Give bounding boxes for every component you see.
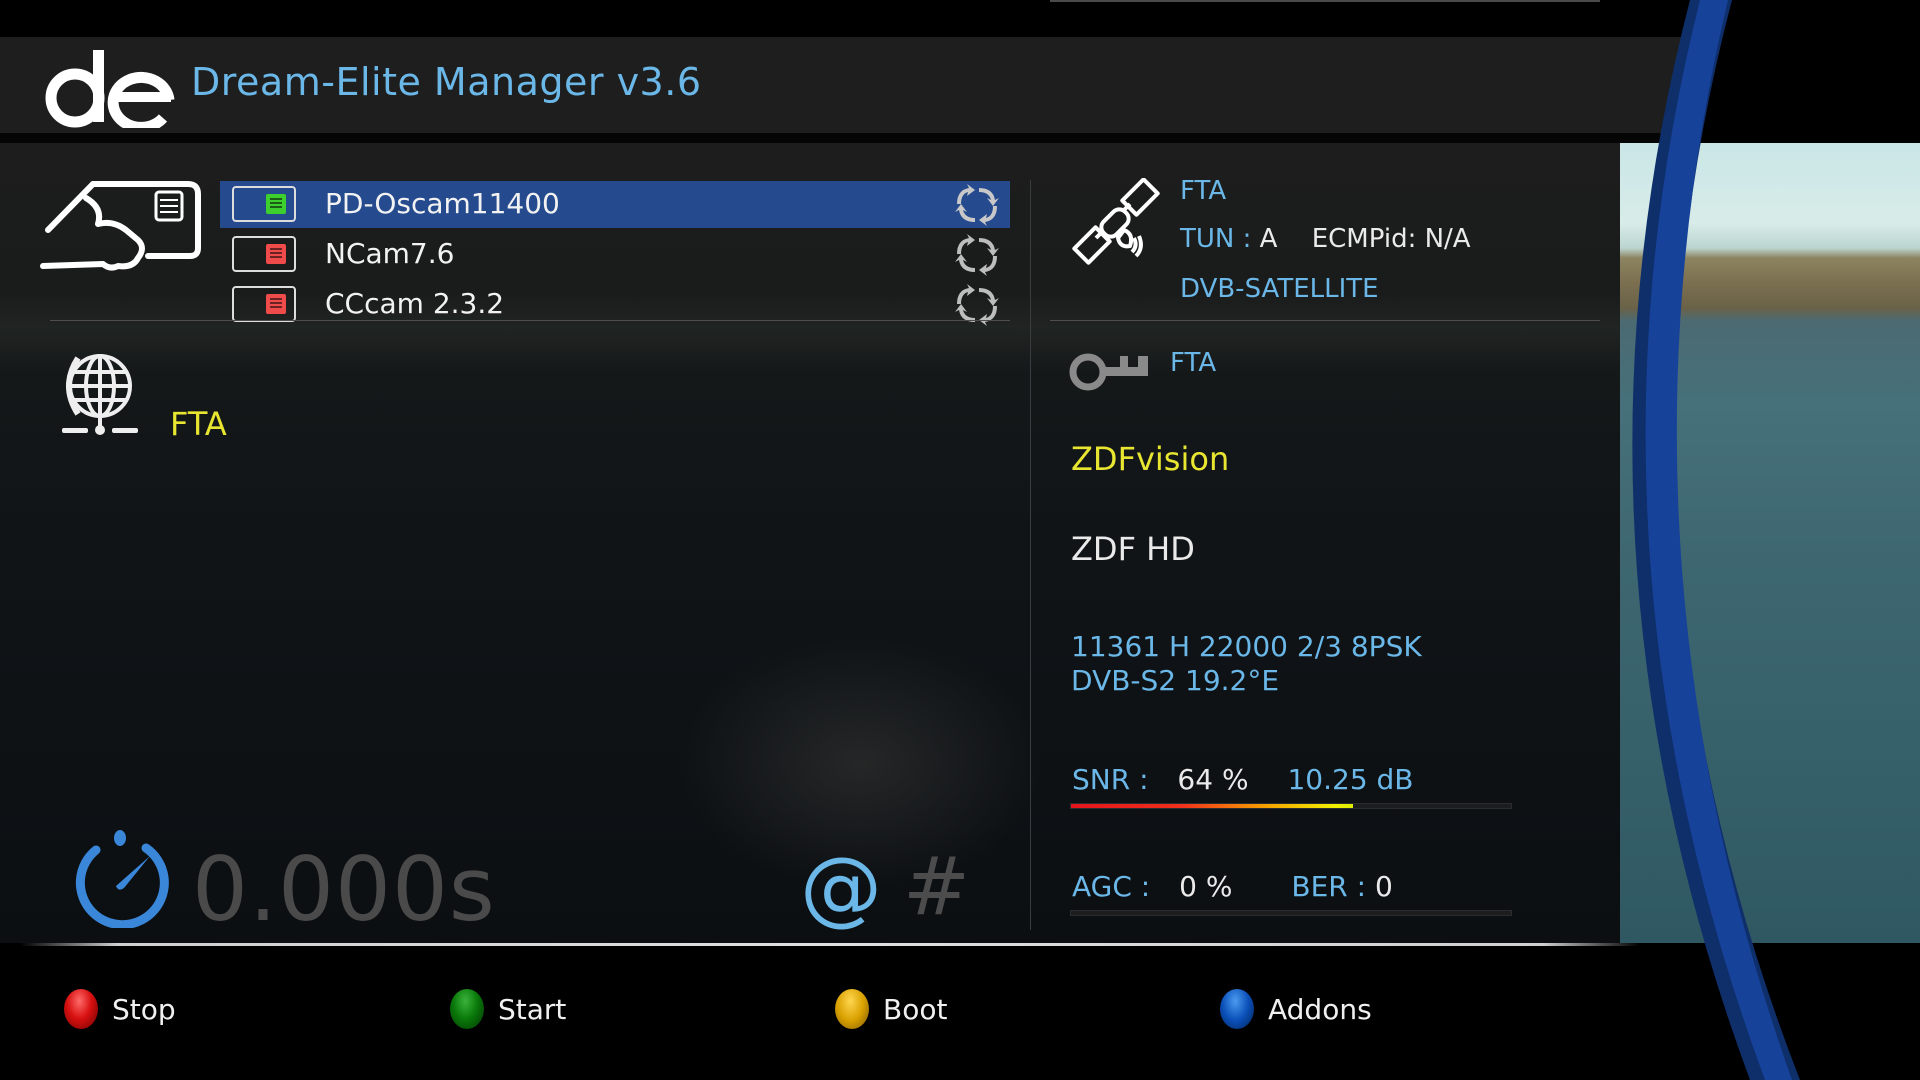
chip-active-icon bbox=[266, 194, 286, 214]
cam-status: FTA bbox=[170, 405, 227, 443]
decorative-arc bbox=[1632, 0, 1800, 1080]
chip-inactive-icon bbox=[266, 244, 286, 264]
agc-readout: AGC : 0 % BER : 0 bbox=[1072, 870, 1393, 903]
caid-status: FTA bbox=[1170, 348, 1217, 378]
snr-percent: 64 % bbox=[1177, 763, 1249, 796]
encryption-status: FTA bbox=[1180, 176, 1227, 206]
key-icon bbox=[1069, 353, 1148, 391]
dream-elite-logo bbox=[45, 50, 175, 128]
cam-list-item[interactable]: NCam7.6 bbox=[220, 231, 1010, 278]
agc-percent: 0 % bbox=[1179, 870, 1233, 903]
ecm-time: 0.000s bbox=[192, 838, 496, 941]
ber-label: BER : bbox=[1291, 870, 1367, 903]
delivery-system: DVB-SATELLITE bbox=[1180, 274, 1379, 304]
hash-icon: # bbox=[903, 840, 971, 933]
green-button-icon bbox=[450, 989, 484, 1029]
vertical-divider bbox=[1030, 180, 1031, 930]
cam-label: NCam7.6 bbox=[325, 237, 455, 270]
provider-name: ZDFvision bbox=[1071, 440, 1230, 478]
satellite-icon bbox=[1072, 178, 1160, 265]
at-icon: @ bbox=[800, 840, 882, 935]
tuner-value: A bbox=[1259, 224, 1278, 254]
restart-icon[interactable] bbox=[955, 184, 999, 226]
tuner-label: TUN : bbox=[1180, 224, 1252, 254]
header-shadow bbox=[0, 133, 1690, 143]
red-button-icon bbox=[64, 989, 98, 1029]
transponder-line-2: DVB-S2 19.2°E bbox=[1071, 664, 1280, 697]
cam-label: PD-Oscam11400 bbox=[325, 187, 560, 220]
start-button[interactable]: Start bbox=[450, 989, 566, 1029]
smartcard-icon bbox=[40, 181, 201, 271]
agc-bar bbox=[1070, 910, 1512, 916]
left-separator bbox=[50, 320, 1010, 321]
addons-label: Addons bbox=[1268, 992, 1372, 1026]
channel-name: ZDF HD bbox=[1071, 530, 1195, 568]
chip-inactive-icon bbox=[266, 294, 286, 314]
agc-label: AGC : bbox=[1072, 870, 1151, 903]
blue-button-icon bbox=[1220, 989, 1254, 1029]
stopwatch-icon bbox=[75, 830, 169, 928]
footer-separator bbox=[20, 943, 1640, 946]
snr-db: 10.25 dB bbox=[1287, 763, 1414, 796]
cam-list-item[interactable]: PD-Oscam11400 bbox=[220, 181, 1010, 228]
ber-value: 0 bbox=[1375, 870, 1393, 903]
top-divider bbox=[1050, 0, 1600, 2]
boot-label: Boot bbox=[883, 992, 948, 1026]
restart-icon[interactable] bbox=[955, 234, 999, 276]
boot-button[interactable]: Boot bbox=[835, 989, 947, 1029]
ecmpid-label: ECMPid: bbox=[1311, 224, 1417, 254]
right-separator bbox=[1050, 320, 1600, 321]
snr-label: SNR : bbox=[1072, 763, 1149, 796]
cam-checkbox[interactable] bbox=[232, 286, 296, 322]
yellow-button-icon bbox=[835, 989, 869, 1029]
start-label: Start bbox=[498, 992, 567, 1026]
snr-readout: SNR : 64 % 10.25 dB bbox=[1072, 763, 1414, 796]
stop-button[interactable]: Stop bbox=[64, 989, 176, 1029]
snr-bar-fill bbox=[1071, 804, 1353, 808]
addons-button[interactable]: Addons bbox=[1220, 989, 1372, 1029]
ecmpid-value: N/A bbox=[1424, 224, 1471, 254]
app-title: Dream-Elite Manager v3.6 bbox=[191, 60, 702, 104]
snr-bar bbox=[1070, 803, 1512, 809]
cam-label: CCcam 2.3.2 bbox=[325, 287, 505, 320]
globe-network-icon bbox=[62, 354, 138, 435]
transponder-line-1: 11361 H 22000 2/3 8PSK bbox=[1071, 630, 1422, 663]
stop-label: Stop bbox=[112, 992, 176, 1026]
cam-checkbox[interactable] bbox=[232, 236, 296, 272]
cam-checkbox[interactable] bbox=[232, 186, 296, 222]
tuner-info: TUN : A ECMPid: N/A bbox=[1180, 224, 1471, 254]
